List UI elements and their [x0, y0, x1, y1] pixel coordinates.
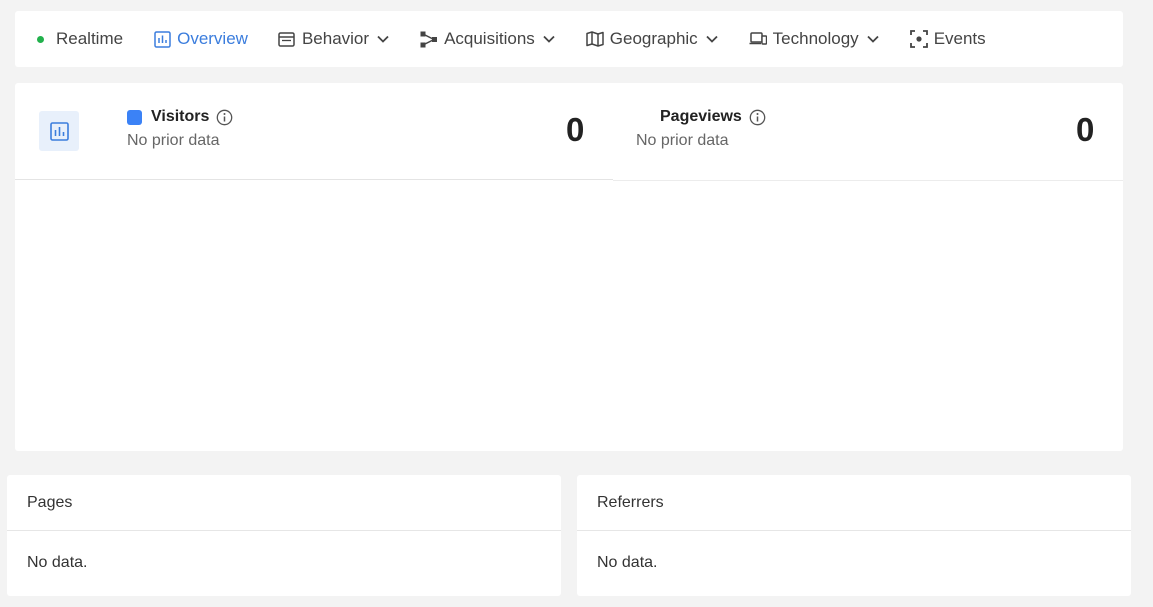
nav-item-label: Behavior	[301, 29, 370, 48]
nav-item-realtime[interactable]: Realtime	[35, 29, 123, 49]
nav-item-geographic[interactable]: Geographic	[586, 29, 719, 49]
visitors-value: 0	[566, 111, 585, 148]
nav-item-label: Geographic	[609, 29, 698, 48]
share-nodes-icon	[420, 30, 438, 48]
nav-item-behavior[interactable]: Behavior	[278, 29, 390, 49]
nav-item-acquisitions[interactable]: Acquisitions	[420, 29, 556, 49]
pageviews-comparison: No prior data	[636, 132, 729, 149]
chevron-down-icon	[866, 32, 880, 46]
browser-window-icon	[278, 30, 296, 48]
visitors-color-swatch	[127, 109, 142, 125]
stats-row: Visitors No prior data 0 Pageviews No pr…	[15, 83, 1123, 181]
chart-toggle-button[interactable]	[39, 111, 79, 151]
nav-item-label: Events	[933, 29, 986, 48]
nav-item-label: Overview	[177, 29, 248, 48]
info-icon[interactable]	[749, 109, 766, 126]
visitors-label: Visitors	[151, 108, 210, 125]
info-icon[interactable]	[216, 109, 233, 126]
visitors-label-row: Visitors	[127, 108, 233, 126]
overview-card: Visitors No prior data 0 Pageviews No pr…	[15, 83, 1123, 451]
pageviews-value: 0	[1076, 111, 1095, 148]
nav-item-label: Technology	[772, 29, 859, 48]
map-icon	[586, 30, 604, 48]
divider	[15, 179, 613, 180]
pageviews-stat[interactable]: Pageviews No prior data	[636, 108, 766, 150]
referrers-panel: Referrers No data.	[577, 475, 1131, 596]
pageviews-label: Pageviews	[660, 108, 742, 125]
focus-target-icon	[909, 30, 928, 48]
chart-area	[15, 181, 1123, 451]
visitors-stat[interactable]: Visitors No prior data	[127, 108, 233, 150]
pages-panel: Pages No data.	[7, 475, 561, 596]
bar-chart-icon	[153, 30, 171, 48]
pages-panel-title: Pages	[7, 475, 561, 531]
chevron-down-icon	[705, 32, 719, 46]
realtime-status-dot-icon	[37, 35, 44, 43]
nav-item-technology[interactable]: Technology	[749, 29, 880, 49]
pageviews-label-row: Pageviews	[636, 108, 766, 126]
visitors-comparison: No prior data	[127, 132, 220, 149]
bar-chart-icon	[49, 121, 69, 141]
referrers-panel-title: Referrers	[577, 475, 1131, 531]
chevron-down-icon	[542, 32, 556, 46]
devices-icon	[749, 30, 767, 48]
nav-item-overview[interactable]: Overview	[153, 29, 248, 49]
pages-empty-message: No data.	[27, 554, 88, 571]
chevron-down-icon	[376, 32, 390, 46]
referrers-empty-message: No data.	[597, 554, 658, 571]
nav-item-events[interactable]: Events	[909, 29, 986, 49]
nav-item-label: Realtime	[56, 29, 124, 48]
report-nav-bar: Realtime Overview Behavior Acquisitions …	[15, 11, 1123, 67]
nav-item-label: Acquisitions	[444, 29, 535, 48]
